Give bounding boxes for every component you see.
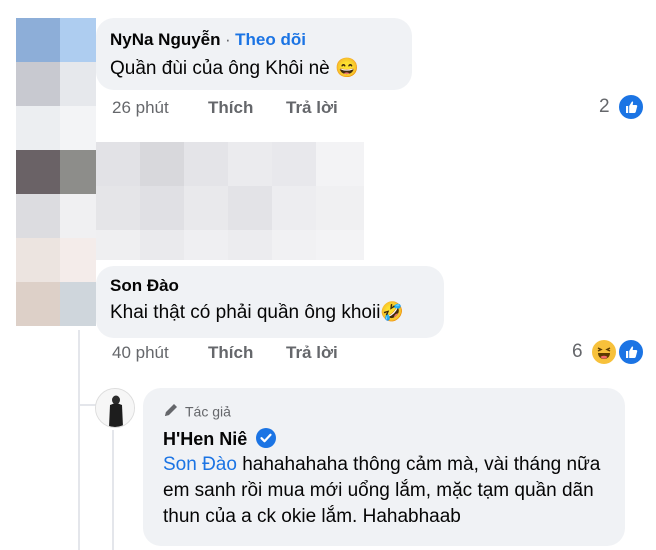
avatar[interactable] — [95, 388, 135, 428]
blurred-comment-block — [96, 142, 364, 260]
thread-line — [78, 330, 80, 550]
blurred-avatar-column — [16, 18, 96, 348]
like-button[interactable]: Thích — [208, 343, 253, 363]
comment-text: Quần đùi của ông Khôi nè 😄 — [110, 58, 359, 79]
reply-bubble: Tác giả H'Hen Niê Son Đào hahahahaha thô… — [143, 388, 625, 546]
reaction-count[interactable]: 2 — [599, 96, 610, 118]
verified-badge-icon — [255, 428, 276, 448]
follow-link[interactable]: Theo dõi — [235, 30, 306, 49]
mention-link[interactable]: Son Đào — [163, 454, 237, 475]
comment-time[interactable]: 40 phút — [112, 343, 169, 363]
comment-author[interactable]: Son Đào — [110, 276, 179, 296]
reply-button[interactable]: Trả lời — [286, 98, 338, 118]
comment-text: Khai thật có phải quần ông khoii🤣 — [110, 302, 405, 323]
like-button[interactable]: Thích — [208, 98, 253, 118]
like-icon[interactable] — [617, 338, 645, 366]
comment-time[interactable]: 26 phút — [112, 98, 169, 118]
pencil-icon — [163, 402, 179, 421]
comment-bubble: NyNa Nguyễn · Theo dõi Quần đùi của ông … — [96, 18, 412, 90]
like-icon[interactable] — [617, 93, 645, 121]
reply-text: Son Đào hahahahaha thông cảm mà, vài thá… — [163, 454, 601, 527]
reply-author[interactable]: H'Hen Niê — [163, 429, 247, 449]
reaction-count[interactable]: 6 — [572, 341, 583, 363]
separator-dot: · — [224, 30, 231, 49]
comment-author[interactable]: NyNa Nguyễn — [110, 30, 221, 49]
comment-bubble: Son Đào Khai thật có phải quần ông khoii… — [96, 266, 444, 338]
author-tag: Tác giả — [163, 402, 231, 421]
reply-thread-line — [112, 430, 114, 550]
reply-button[interactable]: Trả lời — [286, 343, 338, 363]
thread-line-branch — [78, 404, 96, 406]
haha-icon[interactable] — [590, 338, 618, 366]
